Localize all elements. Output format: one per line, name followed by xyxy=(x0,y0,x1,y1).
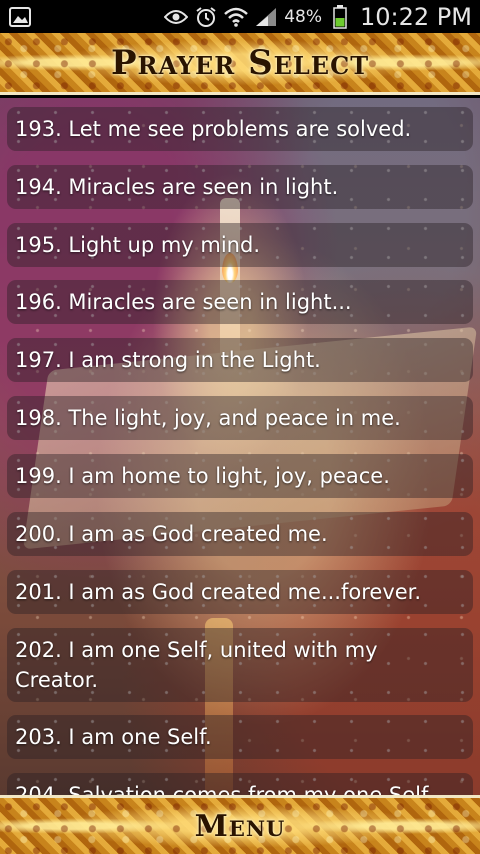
prayer-item[interactable]: 193. Let me see problems are solved. xyxy=(7,107,473,151)
prayer-item[interactable]: 204. Salvation comes from my one Self. xyxy=(7,773,473,795)
header-banner: Prayer Select xyxy=(0,33,480,95)
prayer-item[interactable]: 195. Light up my mind. xyxy=(7,223,473,267)
prayer-item[interactable]: 200. I am as God created me. xyxy=(7,512,473,556)
prayer-item[interactable]: 202. I am one Self, united with my Creat… xyxy=(7,628,473,702)
prayer-item[interactable]: 199. I am home to light, joy, peace. xyxy=(7,454,473,498)
prayer-item[interactable]: 197. I am strong in the Light. xyxy=(7,338,473,382)
prayer-item[interactable]: 198. The light, joy, and peace in me. xyxy=(7,396,473,440)
prayer-item[interactable]: 203. I am one Self. xyxy=(7,715,473,759)
image-icon xyxy=(8,5,32,29)
menu-button[interactable]: Menu xyxy=(0,795,480,854)
prayer-item[interactable]: 196. Miracles are seen in light... xyxy=(7,280,473,324)
wifi-icon xyxy=(224,5,249,29)
battery-percent: 48% xyxy=(284,6,323,27)
alarm-icon xyxy=(194,5,218,29)
prayer-item[interactable]: 201. I am as God created me...forever. xyxy=(7,570,473,614)
prayer-list[interactable]: 193. Let me see problems are solved. 194… xyxy=(0,98,480,795)
status-bar: 48% 10:22 PM xyxy=(0,0,480,33)
page-title: Prayer Select xyxy=(110,42,370,83)
menu-label: Menu xyxy=(194,808,286,844)
signal-icon xyxy=(254,5,278,29)
prayer-item[interactable]: 194. Miracles are seen in light. xyxy=(7,165,473,209)
battery-icon xyxy=(328,4,352,29)
eye-icon xyxy=(164,5,189,29)
clock: 10:22 PM xyxy=(360,2,472,31)
